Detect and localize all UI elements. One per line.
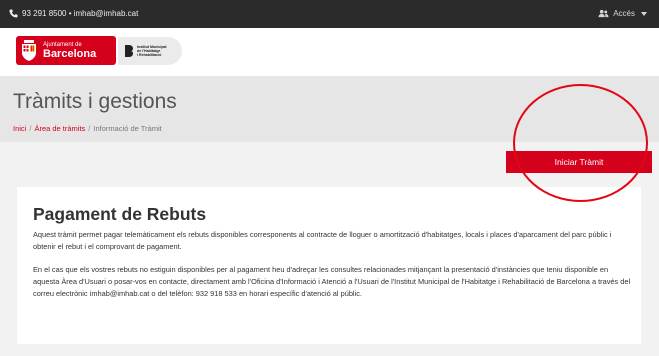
breadcrumb-separator: / xyxy=(29,124,32,133)
ajuntament-logo[interactable]: Ajuntament de Barcelona xyxy=(16,36,116,65)
title-bar: Tràmits i gestions Inici / Àrea de tràmits… xyxy=(0,76,659,142)
page-title: Tràmits i gestions xyxy=(13,90,177,113)
caret-down-icon xyxy=(641,11,647,16)
imhab-mark-icon xyxy=(125,45,133,57)
logo-small-text: Ajuntament de xyxy=(43,41,82,48)
breadcrumb-separator: / xyxy=(88,124,91,133)
logo-big-text: Barcelona xyxy=(43,47,97,60)
breadcrumb: Inici / Àrea de tràmits / Informació de Tràm… xyxy=(13,124,162,133)
access-menu[interactable]: Accés xyxy=(598,9,647,18)
procedure-description: Aquest tràmit permet pagar telemàticamen… xyxy=(33,230,612,251)
breadcrumb-home[interactable]: Inici xyxy=(13,124,26,133)
contact-info: 93 291 8500 • imhab@imhab.cat xyxy=(9,9,138,18)
barcelona-shield-icon xyxy=(22,40,36,61)
breadcrumb-current: Informació de Tràmit xyxy=(93,124,162,133)
start-procedure-button[interactable]: Iniciar Tràmit xyxy=(506,151,652,173)
procedure-info-card: Pagament de Rebuts Aquest tràmit permet … xyxy=(17,187,641,344)
imhab-logo[interactable]: Institut Municipal de l'Habitatge i Reha… xyxy=(118,37,182,65)
access-label: Accés xyxy=(613,9,635,18)
top-bar: 93 291 8500 • imhab@imhab.cat Accés xyxy=(0,0,659,28)
contact-text[interactable]: 93 291 8500 • imhab@imhab.cat xyxy=(22,9,138,18)
procedure-heading: Pagament de Rebuts xyxy=(33,204,207,224)
site-header: Ajuntament de Barcelona Institut Municip… xyxy=(0,28,659,76)
procedure-contact-info: En el cas que els vostres rebuts no esti… xyxy=(33,265,631,298)
imhab-line-3: i Rehabilitació xyxy=(137,53,162,58)
phone-icon xyxy=(9,9,18,18)
breadcrumb-tramits[interactable]: Àrea de tràmits xyxy=(34,124,85,133)
users-icon xyxy=(598,9,609,18)
